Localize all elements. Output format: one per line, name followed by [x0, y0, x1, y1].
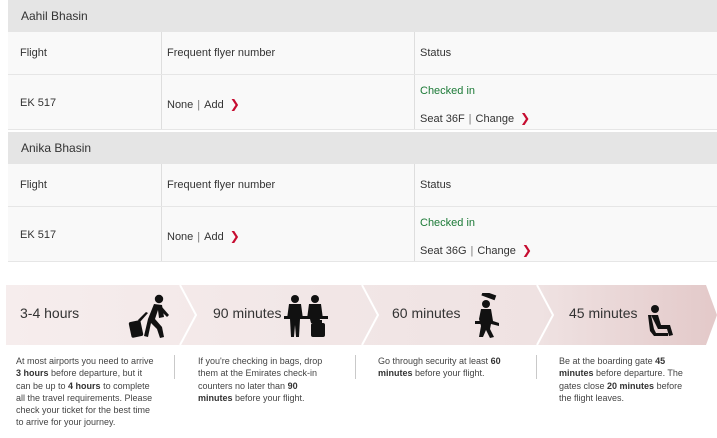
passenger-block: Aahil Bhasin Flight Frequent flyer numbe… — [8, 0, 717, 130]
seat-label: Seat — [420, 113, 443, 125]
separator: | — [197, 231, 201, 243]
seat-number: 36G — [445, 245, 467, 257]
checked-in-status: Checked in — [420, 217, 476, 229]
passenger-block: Anika Bhasin Flight Frequent flyer numbe… — [8, 132, 717, 262]
seat-number: 36F — [445, 113, 465, 125]
divider — [536, 355, 537, 379]
frequent-flyer-value: None — [167, 231, 194, 243]
flight-header: Flight — [8, 164, 162, 206]
step-description: At most airports you need to arrive 3 ho… — [16, 356, 154, 428]
chevron-right-icon[interactable]: ❯ — [230, 97, 240, 111]
security-check-icon — [475, 293, 499, 338]
step-label: 45 minutes — [569, 305, 638, 321]
separator: | — [197, 99, 201, 111]
frequent-flyer-value: None — [167, 99, 194, 111]
chevron-right-icon[interactable]: ❯ — [520, 111, 530, 125]
table-row: EK 517 None | Add ❯ Checked in Seat 36F | Cha… — [8, 75, 717, 130]
step-label: 60 minutes — [392, 305, 461, 321]
status-header: Status — [420, 179, 452, 191]
separator: | — [470, 245, 474, 257]
step-label: 90 minutes — [213, 305, 282, 321]
seat-label: Seat — [420, 245, 443, 257]
boarding-gate-seat-icon — [648, 305, 673, 336]
passenger-name: Aahil Bhasin — [8, 0, 717, 32]
add-frequent-flyer-link[interactable]: Add — [204, 99, 224, 111]
table-header-row: Flight Frequent flyer number Status — [8, 164, 717, 207]
frequent-flyer-cell: None | Add ❯ — [162, 75, 415, 129]
divider — [355, 355, 356, 379]
status-cell: Checked in Seat 36F | Change ❯ — [415, 75, 717, 129]
frequent-flyer-header: Frequent flyer number — [162, 32, 415, 74]
flight-header: Flight — [8, 32, 162, 74]
separator: | — [468, 113, 472, 125]
flight-number: EK 517 — [8, 75, 162, 129]
step-description: Go through security at least 60 minutes … — [378, 356, 501, 379]
step-description: If you're checking in bags, drop them at… — [198, 356, 323, 403]
divider — [174, 355, 175, 379]
frequent-flyer-cell: None | Add ❯ — [162, 207, 415, 261]
add-frequent-flyer-link[interactable]: Add — [204, 231, 224, 243]
traveller-with-luggage-icon — [128, 294, 169, 338]
chevron-right-icon[interactable]: ❯ — [230, 229, 240, 243]
step-label: 3-4 hours — [20, 305, 80, 321]
status-header: Status — [420, 47, 452, 59]
check-in-counter-icon — [284, 295, 328, 337]
status-cell: Checked in Seat 36G | Change ❯ — [415, 207, 717, 261]
change-seat-link[interactable]: Change — [476, 113, 515, 125]
passenger-name: Anika Bhasin — [8, 132, 717, 164]
checked-in-status: Checked in — [420, 85, 476, 97]
check-in-timeline: 3-4 hours 90 minutes 60 minutes 45 minut… — [6, 285, 717, 345]
table-header-row: Flight Frequent flyer number Status — [8, 32, 717, 75]
step-description: Be at the boarding gate 45 minutes befor… — [559, 356, 683, 403]
table-row: EK 517 None | Add ❯ Checked in Seat 36G | Cha… — [8, 207, 717, 262]
frequent-flyer-header: Frequent flyer number — [162, 164, 415, 206]
change-seat-link[interactable]: Change — [477, 245, 516, 257]
chevron-right-icon[interactable]: ❯ — [522, 243, 532, 257]
flight-number: EK 517 — [8, 207, 162, 261]
